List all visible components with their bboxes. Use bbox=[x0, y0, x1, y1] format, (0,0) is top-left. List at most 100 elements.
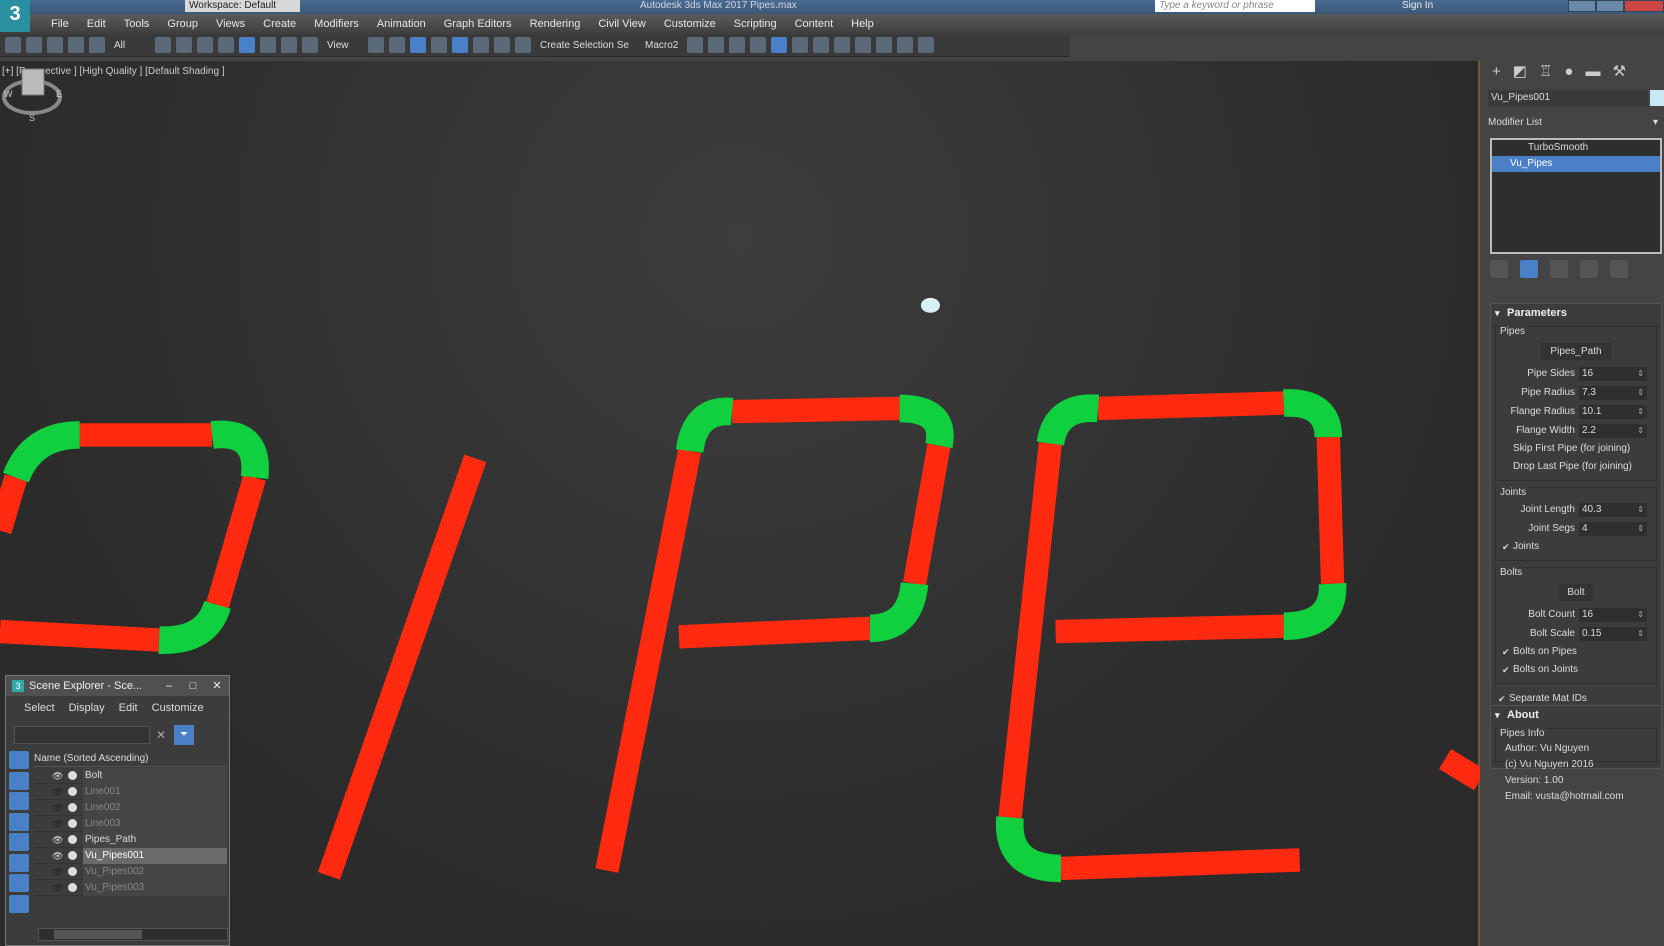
named-selection-dropdown[interactable]: Create Selection Se bbox=[536, 40, 636, 51]
maximize-button[interactable] bbox=[1596, 0, 1624, 12]
param-spinner[interactable]: 7.3 bbox=[1579, 385, 1647, 400]
spinner-snap-icon[interactable] bbox=[494, 37, 510, 53]
param-spinner[interactable]: 40.3 bbox=[1579, 502, 1647, 517]
help-search-input[interactable]: Type a keyword or phrase bbox=[1155, 0, 1315, 12]
menu-graph-editors[interactable]: Graph Editors bbox=[435, 14, 521, 34]
se-menu-select[interactable]: Select bbox=[24, 702, 55, 720]
list-item[interactable]: 👁 Vu_Pipes001 bbox=[34, 847, 227, 864]
edit-named-selection-icon[interactable] bbox=[515, 37, 531, 53]
scrollbar-thumb[interactable] bbox=[54, 930, 142, 939]
xrefs-filter-icon[interactable] bbox=[9, 894, 29, 913]
menu-views[interactable]: Views bbox=[207, 14, 254, 34]
param-spinner[interactable]: 4 bbox=[1579, 521, 1647, 536]
list-item[interactable]: 👁 Line003 bbox=[34, 815, 227, 832]
mirror-icon[interactable] bbox=[687, 37, 704, 53]
layer-explorer-icon[interactable] bbox=[729, 37, 746, 53]
configure-modifier-sets-icon[interactable] bbox=[1610, 260, 1628, 278]
show-end-result-icon[interactable] bbox=[1520, 260, 1538, 278]
macro-button[interactable]: Macro2 bbox=[641, 40, 682, 51]
bolt-button[interactable]: Bolt bbox=[1559, 584, 1593, 601]
window-crossing-icon[interactable] bbox=[218, 37, 234, 53]
select-by-name-icon[interactable] bbox=[176, 37, 192, 53]
list-item[interactable]: 👁 Line001 bbox=[34, 783, 227, 800]
name-column-header[interactable]: Name (Sorted Ascending) bbox=[34, 751, 227, 767]
undo-icon[interactable] bbox=[5, 37, 21, 53]
eye-icon[interactable]: 👁 bbox=[52, 848, 66, 864]
menu-group[interactable]: Group bbox=[158, 14, 207, 34]
menu-modifiers[interactable]: Modifiers bbox=[305, 14, 368, 34]
link-icon[interactable] bbox=[47, 37, 63, 53]
motion-tab-icon[interactable]: ● bbox=[1564, 63, 1573, 80]
selection-region-icon[interactable] bbox=[197, 37, 213, 53]
list-item[interactable]: 👁 Pipes_Path bbox=[34, 831, 227, 848]
curve-editor-icon[interactable] bbox=[792, 37, 809, 53]
menu-scripting[interactable]: Scripting bbox=[725, 14, 786, 34]
percent-snap-icon[interactable] bbox=[473, 37, 489, 53]
param-checkbox[interactable]: Bolts on Joints bbox=[1499, 661, 1653, 679]
list-item[interactable]: 👁 Line002 bbox=[34, 799, 227, 816]
pipes-path-button[interactable]: Pipes_Path bbox=[1541, 343, 1611, 360]
parameters-rollout-header[interactable]: Parameters bbox=[1491, 304, 1661, 322]
menu-civil-view[interactable]: Civil View bbox=[589, 14, 654, 34]
shapes-filter-icon[interactable] bbox=[9, 771, 29, 790]
geometry-filter-icon[interactable] bbox=[9, 751, 29, 769]
bind-space-warp-icon[interactable] bbox=[89, 37, 105, 53]
about-rollout-header[interactable]: About bbox=[1491, 706, 1661, 724]
select-object-icon[interactable] bbox=[155, 37, 171, 53]
horizontal-scrollbar[interactable] bbox=[38, 928, 228, 941]
utilities-tab-icon[interactable]: ⚒ bbox=[1612, 62, 1625, 80]
menu-file[interactable]: File bbox=[42, 14, 78, 34]
eye-icon[interactable]: 👁 bbox=[52, 768, 66, 784]
make-unique-icon[interactable] bbox=[1550, 260, 1568, 278]
param-checkbox[interactable]: Skip First Pipe (for joining) bbox=[1499, 440, 1653, 458]
create-tab-icon[interactable]: + bbox=[1492, 63, 1501, 80]
selection-filter-dropdown[interactable]: All bbox=[110, 40, 150, 51]
param-spinner[interactable]: 16 bbox=[1579, 366, 1647, 381]
menu-help[interactable]: Help bbox=[842, 14, 883, 34]
viewcube-icon[interactable]: W E S bbox=[0, 61, 64, 125]
param-checkbox[interactable]: Bolts on Pipes bbox=[1499, 643, 1653, 661]
hierarchy-tab-icon[interactable]: ♖ bbox=[1539, 62, 1552, 80]
scene-explorer-titlebar[interactable]: 3 Scene Explorer - Sce... – □ ✕ bbox=[6, 676, 229, 696]
param-checkbox[interactable]: Drop Last Pipe (for joining) bbox=[1499, 458, 1653, 476]
list-item[interactable]: 👁 Bolt bbox=[34, 767, 227, 784]
pivot-center-icon[interactable] bbox=[368, 37, 384, 53]
param-spinner[interactable]: 0.15 bbox=[1579, 626, 1647, 641]
menu-edit[interactable]: Edit bbox=[78, 14, 115, 34]
app-logo[interactable]: 3 bbox=[0, 0, 30, 32]
modifier-stack-item[interactable]: Vu_Pipes bbox=[1492, 156, 1660, 172]
se-menu-display[interactable]: Display bbox=[69, 702, 105, 720]
sign-in-button[interactable]: Sign In bbox=[1402, 0, 1433, 12]
keyboard-shortcut-icon[interactable] bbox=[410, 37, 426, 53]
object-color-swatch[interactable] bbox=[1650, 90, 1664, 106]
workspace-dropdown[interactable]: Workspace: Default bbox=[185, 0, 300, 12]
se-menu-edit[interactable]: Edit bbox=[119, 702, 138, 720]
eye-icon[interactable]: 👁 bbox=[52, 864, 66, 880]
helpers-filter-icon[interactable] bbox=[9, 833, 29, 851]
list-item[interactable]: 👁 Vu_Pipes002 bbox=[34, 863, 227, 880]
manipulate-icon[interactable] bbox=[389, 37, 405, 53]
render-icon[interactable] bbox=[897, 37, 914, 53]
eye-icon[interactable]: 👁 bbox=[52, 832, 66, 848]
menu-content[interactable]: Content bbox=[786, 14, 843, 34]
scale-icon[interactable] bbox=[281, 37, 297, 53]
remove-modifier-icon[interactable] bbox=[1580, 260, 1598, 278]
rendered-frame-icon[interactable] bbox=[876, 37, 893, 53]
minimize-button[interactable] bbox=[1568, 0, 1596, 12]
menu-tools[interactable]: Tools bbox=[115, 14, 159, 34]
minimize-button[interactable]: – bbox=[157, 678, 181, 694]
modifier-list-dropdown[interactable]: Modifier List ▾ bbox=[1488, 115, 1664, 131]
list-item[interactable]: 👁 Vu_Pipes003 bbox=[34, 879, 227, 896]
object-name-field[interactable]: Vu_Pipes001 bbox=[1488, 90, 1648, 106]
modifier-stack-item[interactable]: TurboSmooth bbox=[1492, 140, 1660, 156]
unlink-icon[interactable] bbox=[68, 37, 84, 53]
menu-create[interactable]: Create bbox=[254, 14, 305, 34]
eye-icon[interactable]: 👁 bbox=[52, 800, 66, 816]
menu-animation[interactable]: Animation bbox=[368, 14, 435, 34]
reference-coordinate-dropdown[interactable]: View bbox=[323, 40, 363, 51]
render-setup-icon[interactable] bbox=[855, 37, 872, 53]
menu-rendering[interactable]: Rendering bbox=[521, 14, 590, 34]
place-icon[interactable] bbox=[302, 37, 318, 53]
angle-snap-icon[interactable] bbox=[452, 37, 468, 53]
clear-search-icon[interactable]: ✕ bbox=[156, 728, 166, 742]
